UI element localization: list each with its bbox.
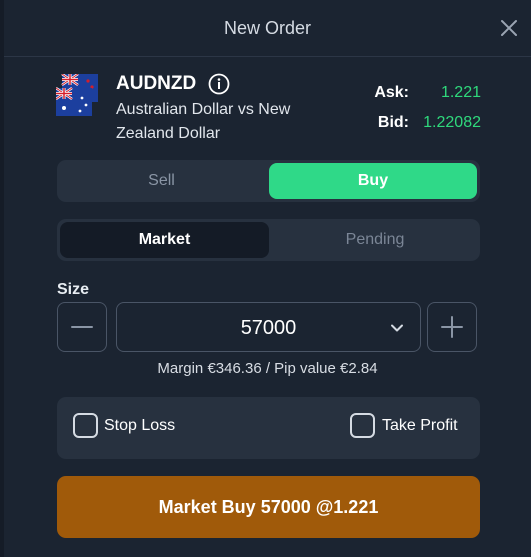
ask-label: Ask: bbox=[374, 84, 409, 101]
margin-info: Margin €346.36 / Pip value €2.84 bbox=[157, 360, 378, 377]
minus-icon bbox=[71, 326, 93, 328]
direction-toggle: Sell Buy bbox=[57, 160, 480, 202]
dialog-header: New Order bbox=[4, 0, 531, 57]
bid-price: 1.22082 bbox=[423, 114, 481, 131]
info-icon[interactable] bbox=[208, 73, 230, 95]
take-profit-checkbox[interactable] bbox=[350, 413, 375, 438]
chevron-down-icon[interactable] bbox=[390, 321, 404, 335]
pending-tab[interactable]: Pending bbox=[273, 222, 477, 258]
dialog-title: New Order bbox=[223, 18, 312, 38]
sl-tp-options: Stop Loss Take Profit bbox=[57, 397, 480, 459]
submit-order-button[interactable]: Market Buy 57000 @1.221 bbox=[57, 476, 480, 538]
instrument-description: Australian Dollar vs New Zealand Dollar bbox=[116, 101, 291, 142]
new-order-dialog: New Order AUDNZD Australian Dollar vs Ne… bbox=[4, 0, 531, 557]
market-tab[interactable]: Market bbox=[60, 222, 269, 258]
instrument-symbol: AUDNZD bbox=[116, 73, 197, 94]
increase-size-button[interactable] bbox=[427, 302, 477, 352]
order-type-toggle: Market Pending bbox=[57, 219, 480, 261]
stop-loss-label[interactable]: Stop Loss bbox=[104, 417, 175, 435]
flag-icon bbox=[55, 72, 98, 116]
submit-order-label: Market Buy 57000 @1.221 bbox=[158, 497, 379, 517]
take-profit-label[interactable]: Take Profit bbox=[382, 417, 458, 435]
plus-icon bbox=[441, 316, 463, 338]
size-label: Size bbox=[57, 281, 90, 298]
ask-price: 1.221 bbox=[440, 84, 481, 101]
size-value: 57000 bbox=[240, 317, 297, 339]
bid-label: Bid: bbox=[377, 114, 409, 131]
decrease-size-button[interactable] bbox=[57, 302, 107, 352]
buy-button[interactable]: Buy bbox=[269, 163, 477, 199]
sell-button[interactable]: Sell bbox=[60, 163, 263, 199]
size-input[interactable]: 57000 bbox=[116, 302, 421, 352]
close-icon[interactable] bbox=[497, 16, 521, 40]
stop-loss-checkbox[interactable] bbox=[73, 413, 98, 438]
